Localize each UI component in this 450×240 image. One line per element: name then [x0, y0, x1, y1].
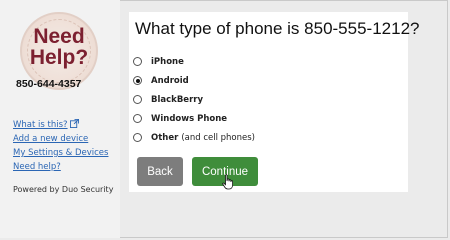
radio-other[interactable]	[133, 133, 142, 142]
option-windows-phone-label: Windows Phone	[151, 113, 228, 124]
option-other[interactable]: Other (and cell phones)	[133, 128, 255, 147]
option-blackberry-label: BlackBerry	[151, 94, 203, 105]
page-title: What type of phone is 850-555-1212?	[135, 19, 420, 38]
option-other-label: Other	[151, 132, 179, 143]
hand-cursor-icon	[222, 174, 233, 190]
need-help-link[interactable]: Need help?	[13, 160, 108, 174]
my-settings-devices-link[interactable]: My Settings & Devices	[13, 146, 108, 160]
powered-by-text: Powered by Duo Security	[13, 185, 114, 194]
help-phone-number: 850-644-4357	[16, 78, 82, 90]
option-blackberry[interactable]: BlackBerry	[133, 90, 255, 109]
option-iphone[interactable]: iPhone	[133, 52, 255, 71]
sidebar-links: What is this? Add a new device My Settin…	[13, 118, 108, 174]
what-is-this-link[interactable]: What is this?	[13, 118, 108, 132]
radio-blackberry[interactable]	[133, 95, 142, 104]
what-is-this-label: What is this?	[13, 120, 68, 130]
external-link-icon	[69, 119, 79, 128]
phone-type-options: iPhone Android BlackBerry Windows Phone …	[133, 52, 255, 147]
radio-windows-phone[interactable]	[133, 114, 142, 123]
option-android[interactable]: Android	[133, 71, 255, 90]
need-help-logo-text: Need Help?	[29, 25, 89, 69]
sidebar: Need Help? 850-644-4357 What is this? Ad…	[0, 0, 120, 238]
add-new-device-link[interactable]: Add a new device	[13, 132, 108, 146]
option-other-note: (and cell phones)	[181, 132, 255, 143]
option-windows-phone[interactable]: Windows Phone	[133, 109, 255, 128]
back-button[interactable]: Back	[137, 157, 183, 186]
option-iphone-label: iPhone	[151, 56, 184, 67]
option-android-label: Android	[151, 75, 189, 86]
radio-iphone[interactable]	[133, 57, 142, 66]
radio-android[interactable]	[133, 76, 142, 85]
